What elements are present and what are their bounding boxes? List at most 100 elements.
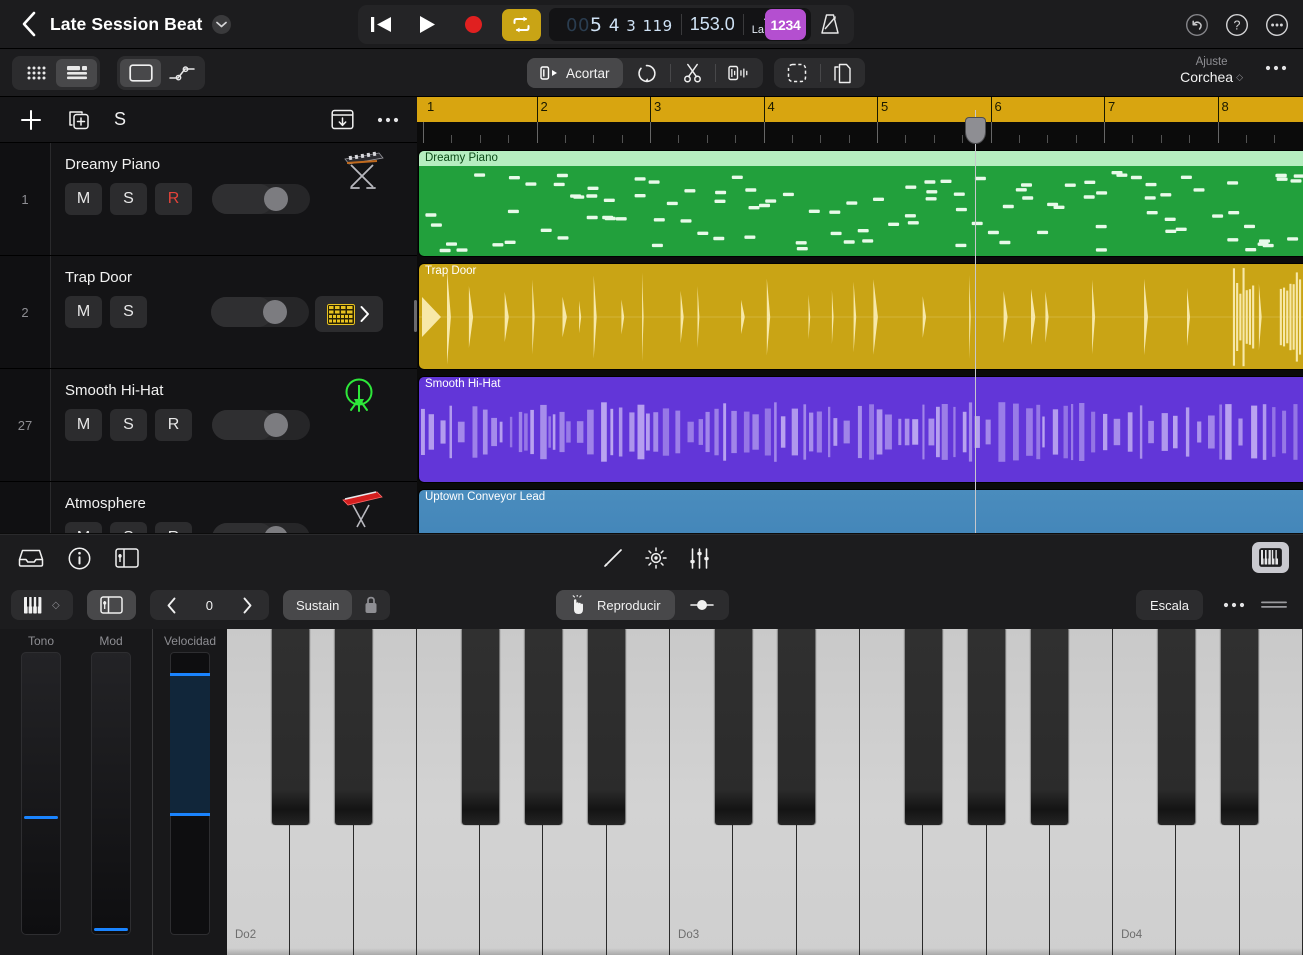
black-key[interactable] (715, 629, 752, 825)
solo-button[interactable]: S (110, 522, 147, 533)
octave-next-button[interactable] (226, 590, 269, 620)
rewind-button[interactable] (358, 5, 404, 44)
vertical-scrollbar[interactable] (414, 300, 417, 332)
octave-prev-button[interactable] (150, 590, 193, 620)
mute-button[interactable]: M (65, 183, 102, 215)
volume-slider[interactable] (212, 184, 310, 214)
layout-toggle[interactable] (87, 590, 136, 620)
region-uptown-conveyor-lead[interactable]: Uptown Conveyor Lead (419, 490, 1303, 533)
black-key[interactable] (1221, 629, 1258, 825)
snap-setting[interactable]: Ajuste Corchea◇ (1180, 56, 1243, 85)
drag-handle-button[interactable] (1261, 600, 1287, 610)
lcd-position[interactable]: 005 4 3 119 (558, 8, 681, 41)
black-key[interactable] (335, 629, 372, 825)
back-button[interactable] (16, 9, 42, 39)
cycle-region-button[interactable] (120, 59, 161, 87)
velocity-handle-top[interactable] (170, 673, 210, 676)
black-key[interactable] (1031, 629, 1068, 825)
volume-knob[interactable] (264, 187, 288, 211)
volume-slider[interactable] (212, 410, 310, 440)
count-in-button[interactable]: 1234 (765, 9, 806, 40)
solo-button[interactable]: S (110, 296, 147, 328)
tracks-view-button[interactable] (56, 59, 97, 87)
black-key[interactable] (462, 629, 499, 825)
mute-button[interactable]: M (65, 522, 102, 533)
mute-button[interactable]: M (65, 409, 102, 441)
duplicate-button[interactable] (820, 58, 865, 88)
mute-button[interactable]: M (65, 296, 102, 328)
add-track-button[interactable] (18, 107, 44, 133)
side-panel-button[interactable] (114, 545, 140, 571)
duplicate-track-button[interactable] (66, 107, 92, 133)
library-button[interactable] (18, 545, 44, 571)
volume-knob[interactable] (263, 300, 287, 324)
info-button[interactable] (66, 545, 92, 571)
scale-button[interactable]: Escala (1136, 590, 1203, 620)
play-button[interactable] (404, 5, 450, 44)
region-smooth-hihat[interactable]: Smooth Hi-Hat (419, 377, 1303, 482)
black-key[interactable] (1158, 629, 1195, 825)
volume-knob[interactable] (264, 413, 288, 437)
region-dreamy-piano[interactable]: Dreamy Piano (419, 151, 1303, 256)
pitch-wheel[interactable] (21, 652, 61, 935)
cycle-region-bar[interactable] (417, 97, 1303, 122)
track-more-button[interactable] (375, 107, 401, 133)
arrange-area[interactable]: Dreamy Piano Trap Door Smooth (417, 143, 1303, 533)
black-key[interactable] (272, 629, 309, 825)
scissors-tool-button[interactable] (670, 58, 715, 88)
cycle-button[interactable] (502, 9, 541, 41)
track-row[interactable]: 1 Dreamy Piano M S R (0, 143, 417, 256)
record-arm-button[interactable]: R (155, 183, 192, 215)
sustain-button[interactable]: Sustain (283, 590, 352, 620)
mixer-sliders-button[interactable] (686, 545, 712, 571)
instrument-selector-cell[interactable]: ◇ (11, 590, 73, 620)
volume-slider[interactable] (211, 297, 309, 327)
solo-button[interactable]: S (110, 183, 147, 215)
drum-machine-button[interactable] (315, 296, 383, 332)
help-button[interactable]: ? (1225, 13, 1249, 37)
black-key[interactable] (588, 629, 625, 825)
track-row[interactable]: 2 Trap Door M S (0, 256, 417, 369)
undo-button[interactable] (1185, 13, 1209, 37)
region-trap-door[interactable]: Trap Door (419, 264, 1303, 369)
glissando-button[interactable] (675, 590, 729, 620)
timeline-ruler[interactable]: 12345678 (417, 97, 1303, 143)
more-options-button[interactable] (1265, 13, 1289, 37)
record-button[interactable] (450, 5, 496, 44)
black-key[interactable] (778, 629, 815, 825)
record-arm-button[interactable]: R (155, 409, 192, 441)
black-key[interactable] (968, 629, 1005, 825)
pencil-edit-button[interactable] (600, 545, 626, 571)
solo-all-button[interactable]: S (114, 109, 126, 130)
lcd-tempo-segment[interactable]: 153.0 (682, 8, 743, 41)
project-disclosure-button[interactable] (212, 15, 231, 34)
keyboard-more-button[interactable] (1223, 602, 1245, 608)
track-row[interactable]: Atmosphere M S R (0, 482, 417, 533)
track-row[interactable]: 27 Smooth Hi-Hat M S R (0, 369, 417, 482)
solo-button[interactable]: S (110, 409, 147, 441)
instrument-selector[interactable]: ◇ (11, 590, 73, 620)
automation-button[interactable] (161, 59, 202, 87)
velocity-handle-bottom[interactable] (170, 813, 210, 816)
volume-slider[interactable] (212, 523, 310, 533)
keyboard-toggle-button[interactable] (1252, 542, 1289, 573)
piano-keys[interactable]: Do2Do3Do4 (227, 629, 1303, 955)
browser-grid-button[interactable] (15, 59, 56, 87)
loop-tool-button[interactable] (623, 58, 670, 88)
black-key[interactable] (905, 629, 942, 825)
sustain-lock-button[interactable] (352, 590, 390, 620)
velocity-range-slider[interactable] (170, 652, 210, 935)
selection-marquee-button[interactable] (774, 58, 820, 88)
mixer-button[interactable] (329, 107, 355, 133)
tone-brightness-button[interactable] (643, 545, 669, 571)
playhead-handle[interactable] (966, 118, 985, 143)
split-at-playhead-button[interactable] (715, 58, 763, 88)
toolbar-more-button[interactable] (1265, 65, 1287, 71)
play-mode-button[interactable]: Reproducir (556, 590, 675, 620)
record-arm-button[interactable]: R (155, 522, 192, 533)
layout-toggle-cell[interactable] (87, 590, 136, 620)
black-key[interactable] (525, 629, 562, 825)
mod-wheel[interactable] (91, 652, 131, 935)
trim-tool-button[interactable]: Acortar (527, 58, 623, 88)
metronome-button[interactable] (812, 7, 848, 41)
